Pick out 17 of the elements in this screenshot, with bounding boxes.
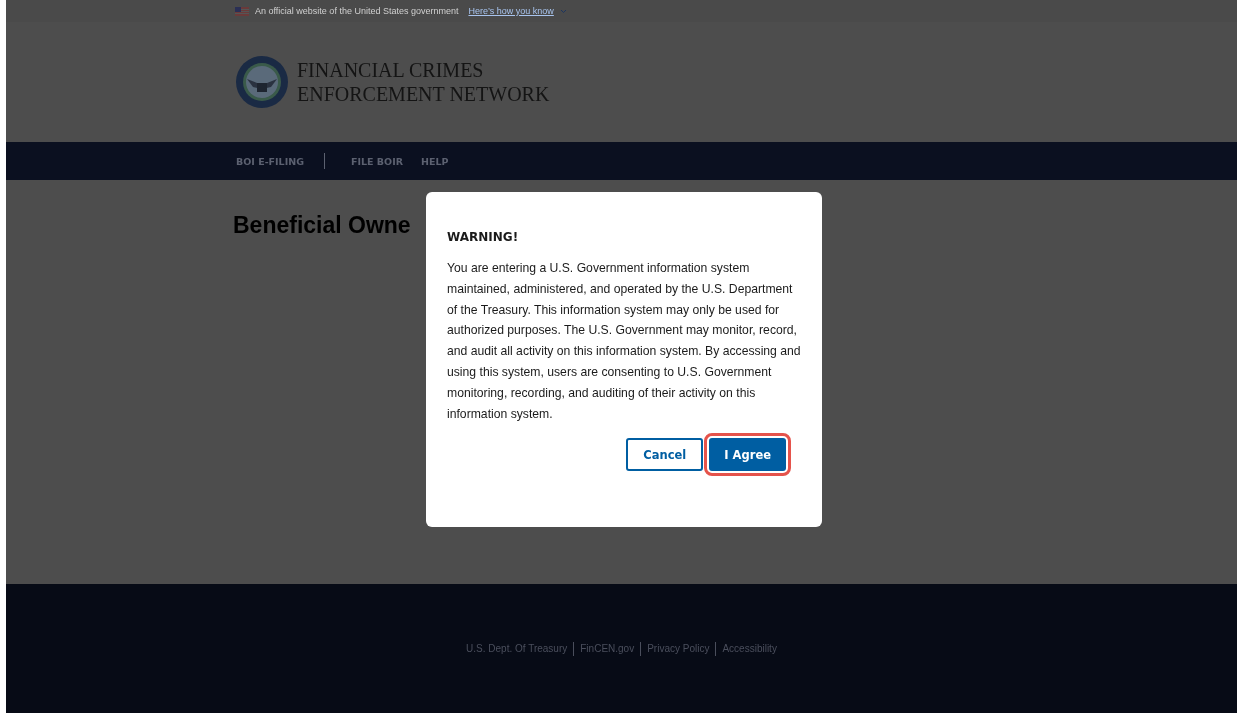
nav-link[interactable]: BOI E-FILING	[236, 155, 304, 167]
flag-icon	[235, 6, 249, 16]
footer-link[interactable]: Privacy Policy	[647, 643, 710, 654]
how-you-know-link[interactable]: Here’s how you know	[468, 6, 554, 16]
banner-text: An official website of the United States government	[255, 6, 459, 16]
footer-link[interactable]: U.S. Dept. Of Treasury	[466, 643, 568, 654]
site-title: FINANCIAL CRIMES ENFORCEMENT NETWORK	[297, 58, 550, 106]
nav-link[interactable]: HELP	[421, 155, 449, 167]
footer-link[interactable]: Accessibility	[722, 643, 777, 654]
seal-icon	[235, 55, 289, 109]
chevron-icon	[559, 8, 567, 14]
dialog-title: WARNING!	[447, 230, 520, 244]
footer-link[interactable]: FinCEN.gov	[580, 643, 635, 654]
page-heading: Beneficial Owne	[233, 212, 411, 239]
dialog-message: You are entering a U.S. Government information system maintained, administered, and operated by the U.S. Department of the Treasury. This information system may only be used for authorized purposes. The U.S. Government may monitor, record, and audit all activity on this information system. By accessing and using this system, users are consenting to U.S. Government monitoring, recording, and auditing of their activity on this information system.	[447, 260, 802, 423]
cancel-button[interactable]: Cancel	[626, 438, 704, 472]
nav-link[interactable]: FILE BOIR	[350, 155, 403, 167]
